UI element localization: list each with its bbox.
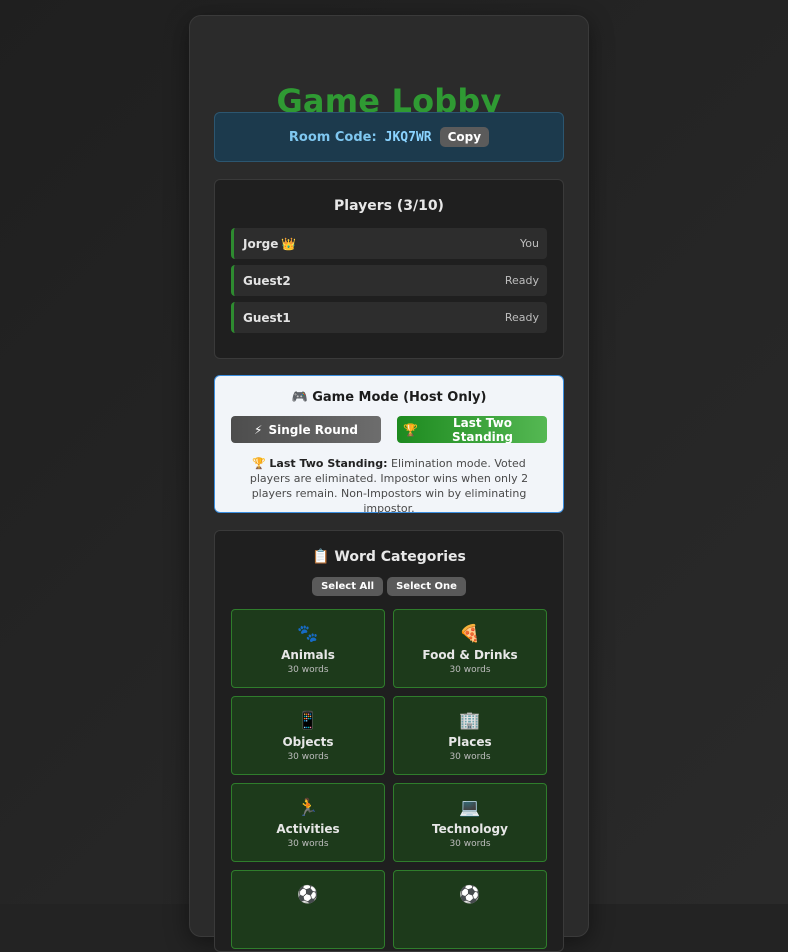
lobby-panel: Game Lobby Room Code: JKQ7WR Copy Player… [189,15,589,937]
category-actions: Select All Select One [215,577,563,596]
room-code-label: Room Code: [289,130,377,145]
single-round-button[interactable]: ⚡ Single Round [231,416,381,443]
category-name: Activities [276,822,339,836]
mode-description: 🏆 Last Two Standing: Elimination mode. V… [235,456,543,516]
soccer-ball-icon: ⚽ [459,885,480,905]
last-two-standing-button[interactable]: 🏆 Last Two Standing [397,416,547,443]
paw-icon: 🐾 [297,624,318,644]
trophy-icon: 🏆 [252,457,266,470]
category-count: 30 words [287,752,328,762]
player-status: You [520,237,539,250]
category-name: Objects [282,735,333,749]
room-code-value: JKQ7WR [385,130,432,145]
players-title: Players (3/10) [215,198,563,214]
select-one-button[interactable]: Select One [387,577,466,596]
category-tile-sports-2[interactable]: ⚽ [393,870,547,949]
runner-icon: 🏃 [297,798,318,818]
category-count: 30 words [449,839,490,849]
player-row: Guest1 Ready [231,302,547,333]
category-name: Food & Drinks [422,648,517,662]
player-row: Guest2 Ready [231,265,547,296]
trophy-icon: 🏆 [403,423,418,437]
player-name: Guest1 [243,311,291,325]
player-row: Jorge👑 You [231,228,547,259]
category-tile-places[interactable]: 🏢 Places 30 words [393,696,547,775]
soccer-ball-icon: ⚽ [297,885,318,905]
gamepad-icon: 🎮 [292,390,308,405]
category-tile-sports[interactable]: ⚽ [231,870,385,949]
copy-button[interactable]: Copy [440,127,489,147]
room-code-box: Room Code: JKQ7WR Copy [214,112,564,162]
player-status: Ready [505,274,539,287]
category-count: 30 words [449,752,490,762]
player-name: Guest2 [243,274,291,288]
player-list: Jorge👑 You Guest2 Ready Guest1 Ready [231,228,547,333]
crown-icon: 👑 [281,237,296,251]
building-icon: 🏢 [459,711,480,731]
category-name: Technology [432,822,508,836]
player-status: Ready [505,311,539,324]
game-mode-title: Game Mode (Host Only) [312,390,486,405]
select-all-button[interactable]: Select All [312,577,383,596]
player-name: Jorge [243,237,278,251]
lightning-icon: ⚡ [254,423,262,437]
category-tile-technology[interactable]: 💻 Technology 30 words [393,783,547,862]
pizza-icon: 🍕 [459,624,480,644]
players-card: Players (3/10) Jorge👑 You Guest2 Ready G… [214,179,564,359]
category-tile-objects[interactable]: 📱 Objects 30 words [231,696,385,775]
word-categories-card: 📋 Word Categories Select All Select One … [214,530,564,952]
category-tile-animals[interactable]: 🐾 Animals 30 words [231,609,385,688]
category-tile-food[interactable]: 🍕 Food & Drinks 30 words [393,609,547,688]
clipboard-icon: 📋 [312,549,329,565]
categories-title: Word Categories [334,549,465,565]
mode-options: ⚡ Single Round 🏆 Last Two Standing [231,416,547,443]
mode-description-heading: Last Two Standing: [269,457,387,470]
category-count: 30 words [449,665,490,675]
category-count: 30 words [287,665,328,675]
category-tile-activities[interactable]: 🏃 Activities 30 words [231,783,385,862]
category-name: Places [448,735,491,749]
laptop-icon: 💻 [459,798,480,818]
category-grid: 🐾 Animals 30 words 🍕 Food & Drinks 30 wo… [231,609,547,949]
category-name: Animals [281,648,335,662]
game-mode-card: 🎮 Game Mode (Host Only) ⚡ Single Round 🏆… [214,375,564,513]
category-count: 30 words [287,839,328,849]
phone-icon: 📱 [297,711,318,731]
